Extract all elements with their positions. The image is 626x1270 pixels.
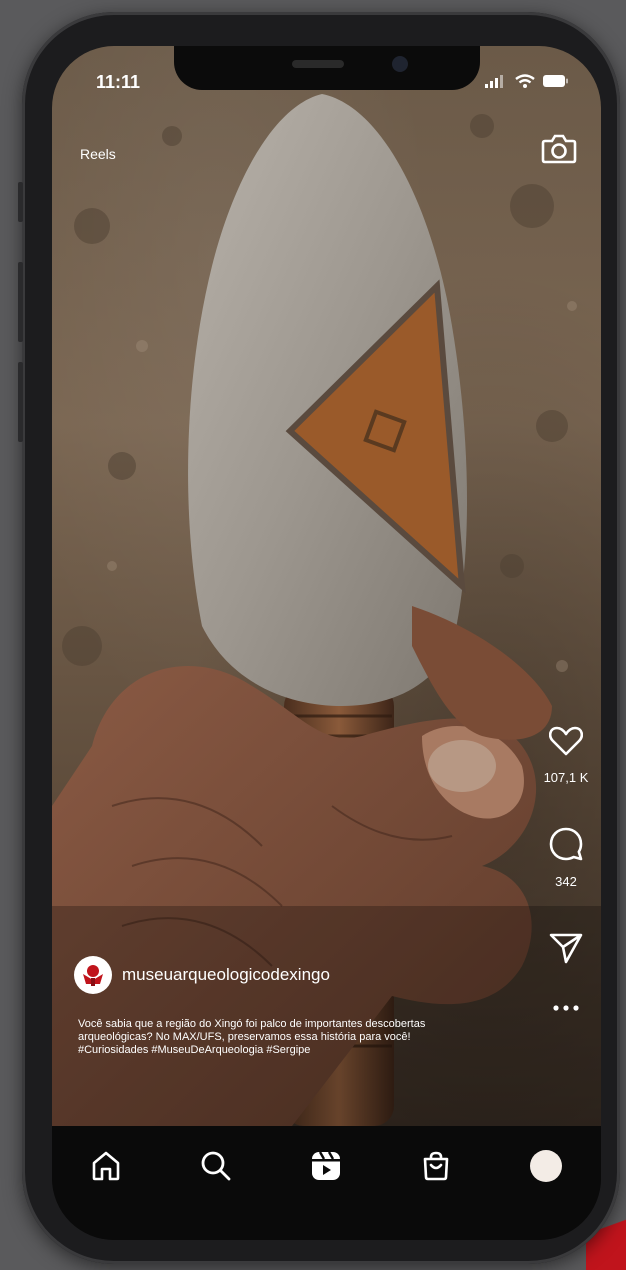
search-icon[interactable]: [200, 1150, 232, 1182]
avatar[interactable]: [74, 956, 112, 994]
shop-icon[interactable]: [420, 1150, 452, 1182]
like-count: 107,1 K: [543, 770, 589, 785]
like-action[interactable]: 107,1 K: [531, 726, 601, 785]
username[interactable]: museuarqueologicodexingo: [122, 965, 330, 985]
mute-switch: [18, 182, 23, 222]
heart-icon[interactable]: [549, 726, 583, 756]
notch: [174, 46, 480, 90]
caption-line: #Curiosidades #MuseuDeArqueologia #Sergi…: [78, 1044, 311, 1056]
post-author[interactable]: museuarqueologicodexingo: [74, 956, 330, 994]
nav-reels[interactable]: [306, 1146, 346, 1186]
volume-down-button: [18, 362, 23, 442]
comment-count: 342: [555, 874, 577, 889]
museum-logo-icon: [83, 965, 103, 986]
comment-icon[interactable]: [548, 826, 584, 862]
status-icons: [485, 74, 569, 88]
home-icon[interactable]: [90, 1150, 122, 1182]
nav-shop[interactable]: [416, 1146, 456, 1186]
volume-up-button: [18, 262, 23, 342]
phone-screen: 11:11 Reels 107,1 K 342 museuarqueologic…: [52, 46, 601, 1240]
more-icon[interactable]: [552, 1004, 580, 1012]
battery-icon: [543, 75, 568, 87]
camera-icon[interactable]: [541, 132, 577, 164]
nav-home[interactable]: [86, 1146, 126, 1186]
page-title: Reels: [80, 146, 116, 162]
comment-action[interactable]: 342: [531, 826, 601, 889]
bottom-navbar: [52, 1126, 601, 1240]
speaker-grille: [292, 60, 344, 68]
caption-line: Você sabia que a região do Xingó foi pal…: [78, 1018, 426, 1030]
reels-icon[interactable]: [310, 1150, 342, 1182]
status-time: 11:11: [96, 72, 141, 92]
send-icon[interactable]: [549, 932, 583, 964]
profile-avatar[interactable]: [530, 1150, 562, 1182]
nav-profile[interactable]: [526, 1146, 566, 1186]
wifi-icon: [515, 74, 535, 88]
signal-icon: [485, 75, 503, 88]
post-caption[interactable]: Você sabia que a região do Xingó foi pal…: [78, 1018, 498, 1057]
share-action[interactable]: [531, 932, 601, 964]
more-action[interactable]: [531, 1004, 601, 1012]
caption-line: arqueológicas? No MAX/UFS, preservamos e…: [78, 1031, 411, 1043]
front-camera: [392, 56, 408, 72]
nav-search[interactable]: [196, 1146, 236, 1186]
